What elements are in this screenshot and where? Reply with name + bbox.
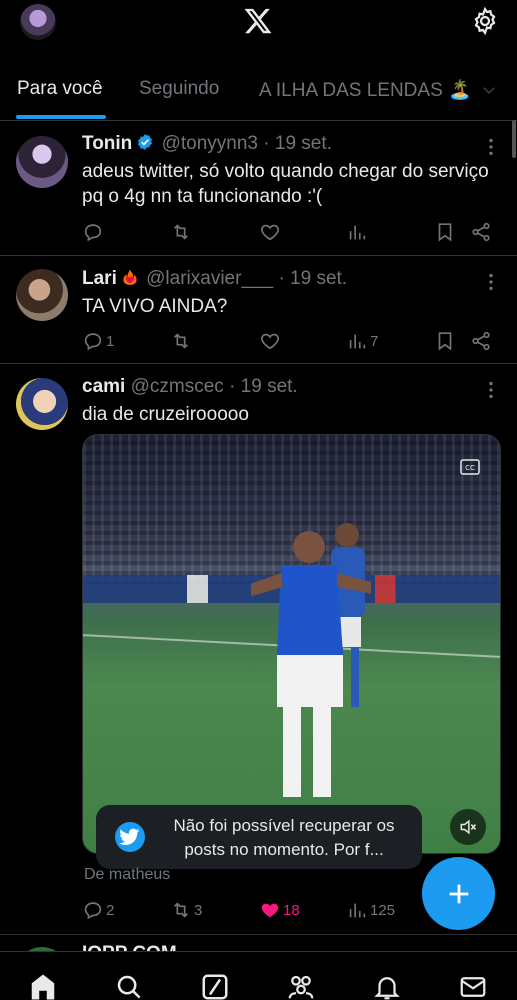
next-tweet-peek[interactable]: IOPP COM [0,935,517,951]
reply-icon [84,902,102,920]
tweet-video[interactable]: CC [82,434,501,854]
search-icon[interactable] [114,972,144,1000]
bookmark-icon [438,223,452,242]
x-logo-icon[interactable] [243,6,273,36]
author-handle[interactable]: @larixavier___ [146,268,273,289]
tweet-text: adeus twitter, só volto quando chegar do… [82,161,489,207]
more-options-icon[interactable] [480,379,502,401]
reply-icon [84,333,102,351]
chevron-down-icon[interactable] [480,81,498,99]
media-attribution[interactable]: De matheus [84,866,170,884]
tweet-text: dia de cruzeirooooo [82,404,249,425]
more-options-icon[interactable] [480,271,502,293]
home-icon[interactable] [28,972,58,1000]
retweet-button[interactable]: 3 [170,898,202,922]
toast-message: Não foi possível recuperar os posts no m… [173,816,395,859]
retweet-count: 3 [194,901,203,919]
like-button[interactable]: 18 [259,898,300,922]
heart-icon [261,333,279,350]
compose-post-button[interactable] [422,857,495,930]
plus-icon [449,884,468,903]
twitter-bird-icon [115,822,145,852]
gear-icon[interactable] [470,6,500,36]
heart-icon [261,224,279,241]
closed-captions-icon[interactable]: CC [460,459,480,475]
views-icon [349,225,366,240]
views-button[interactable] [346,220,370,244]
views-icon [349,903,366,918]
like-button[interactable] [259,220,283,244]
author-name[interactable]: cami [82,376,125,397]
retweet-icon [173,333,189,349]
share-button[interactable] [470,220,492,244]
reply-count: 2 [106,901,115,919]
like-button[interactable] [259,329,283,353]
profile-avatar[interactable] [20,4,56,40]
share-button[interactable] [470,329,492,353]
views-icon [349,334,366,349]
volume-muted-icon [460,819,477,835]
share-icon [472,222,490,242]
retweet-icon [173,902,189,918]
top-bar [0,0,517,48]
retweet-button[interactable] [170,329,194,353]
author-name[interactable]: Tonin [82,133,132,154]
notifications-icon[interactable] [372,972,402,1000]
tweet-date[interactable]: 19 set. [290,268,347,289]
view-count: 7 [370,332,379,350]
reply-count: 1 [106,332,115,350]
tweet-header: Lari @larixavier___ · 19 set. [82,268,348,289]
grok-icon[interactable] [200,972,230,1000]
tweet-date[interactable]: 19 set. [275,133,332,154]
retweet-icon [173,224,189,240]
retweet-button[interactable] [170,220,194,244]
author-handle[interactable]: @czmscec [131,376,224,397]
reply-button[interactable]: 1 [82,329,114,353]
mute-button[interactable] [450,809,486,845]
tweet-actions: 1 7 [82,329,502,353]
timeline-tabs: Para você Seguindo A ILHA DAS LENDAS 🏝️ [0,64,517,121]
bottom-navigation [0,951,517,1000]
author-handle[interactable]: @tonyynn3 [162,133,258,154]
author-name[interactable]: Lari [82,268,117,289]
video-frame-player [251,531,371,797]
messages-icon[interactable] [458,972,488,1000]
heart-on-fire-emoji-icon [123,269,137,285]
tab-ilha-das-lendas[interactable]: A ILHA DAS LENDAS 🏝️ [259,78,472,102]
error-toast[interactable]: Não foi possível recuperar os posts no m… [96,805,422,869]
bookmark-button[interactable] [434,329,456,353]
reply-icon [84,224,102,242]
views-button[interactable]: 7 [346,329,378,353]
tweet-text: TA VIVO AINDA? [82,296,228,317]
tweet-actions [82,220,502,244]
share-icon [472,331,490,351]
communities-icon[interactable] [286,972,316,1000]
tweet-lari[interactable]: Lari @larixavier___ · 19 set. TA VIVO AI… [0,256,517,364]
view-count: 125 [370,901,396,919]
views-button[interactable]: 125 [346,898,395,922]
tweet-tonin[interactable]: Tonin @tonyynn3 · 19 set. adeus twitter,… [0,121,517,256]
tweet-header: Tonin @tonyynn3 · 19 set. [82,133,332,154]
next-tweet-author: IOPP COM [82,943,177,951]
avatar[interactable] [16,269,68,321]
heart-filled-icon [261,903,279,918]
bookmark-icon [438,332,452,351]
more-options-icon[interactable] [480,136,502,158]
like-count: 18 [283,901,300,919]
reply-button[interactable] [82,220,106,244]
verified-badge-icon [138,134,153,150]
tweet-date[interactable]: 19 set. [241,376,298,397]
tab-seguindo[interactable]: Seguindo [139,78,219,100]
avatar[interactable] [16,136,68,188]
tab-para-voce[interactable]: Para você [17,78,103,100]
svg-text:CC: CC [465,464,475,472]
bookmark-button[interactable] [434,220,456,244]
reply-button[interactable]: 2 [82,898,114,922]
avatar[interactable] [16,378,68,430]
active-tab-indicator [16,115,106,119]
tweet-header: cami @czmscec · 19 set. [82,376,298,397]
